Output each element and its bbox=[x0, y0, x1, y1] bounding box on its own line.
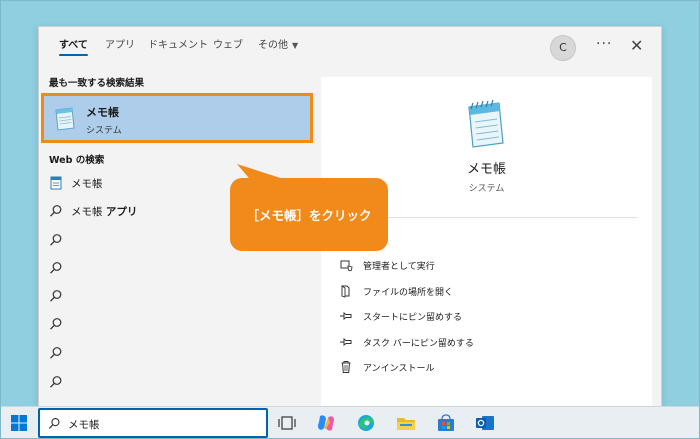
tab-apps[interactable]: アプリ bbox=[105, 40, 135, 60]
search-icon bbox=[50, 318, 62, 330]
taskbar bbox=[1, 406, 699, 438]
edge-icon[interactable] bbox=[356, 413, 376, 433]
trash-icon bbox=[341, 361, 351, 373]
action-label: スタートにピン留めする bbox=[363, 313, 463, 323]
tab-more[interactable]: その他 ▼ bbox=[258, 40, 298, 60]
search-icon bbox=[50, 376, 62, 388]
best-match-notepad[interactable]: メモ帳 システム bbox=[41, 93, 313, 143]
close-icon[interactable]: ✕ bbox=[630, 36, 643, 55]
open-file-location-action[interactable]: ファイルの場所を開く bbox=[339, 283, 619, 301]
search-icon bbox=[50, 205, 62, 217]
chevron-down-icon: ▼ bbox=[292, 41, 299, 50]
uninstall-action[interactable]: アンインストール bbox=[339, 359, 619, 377]
action-label: アンインストール bbox=[363, 364, 435, 374]
search-icon bbox=[50, 262, 62, 274]
outlook-icon[interactable] bbox=[475, 413, 495, 433]
search-icon bbox=[50, 234, 62, 246]
instruction-callout: ［メモ帳］をクリック bbox=[230, 178, 388, 251]
search-input[interactable] bbox=[68, 415, 258, 433]
tab-apps-label: アプリ bbox=[105, 40, 135, 51]
search-icon bbox=[48, 418, 60, 429]
action-label: ファイルの場所を開く bbox=[363, 288, 454, 298]
windows-start-icon[interactable] bbox=[11, 415, 27, 431]
best-match-name: メモ帳 bbox=[86, 106, 119, 119]
web-result-label: メモ帳 bbox=[71, 176, 103, 191]
pin-icon bbox=[340, 312, 352, 320]
tab-web-label: ウェブ bbox=[213, 40, 243, 51]
copilot-icon[interactable] bbox=[316, 413, 336, 433]
web-result-label: メモ帳 アプリ bbox=[71, 204, 137, 219]
pin-icon bbox=[340, 338, 352, 346]
web-result-bold-suffix: アプリ bbox=[105, 206, 138, 218]
taskbar-search-box[interactable] bbox=[38, 408, 268, 438]
web-result-empty[interactable] bbox=[47, 372, 307, 392]
shield-run-icon bbox=[340, 260, 353, 272]
avatar-initial: C bbox=[559, 41, 567, 54]
web-result-empty[interactable] bbox=[47, 258, 307, 278]
tab-more-label: その他 bbox=[258, 40, 288, 51]
tab-web[interactable]: ウェブ bbox=[213, 40, 243, 60]
web-result-text: メモ帳 bbox=[71, 206, 106, 218]
tab-documents[interactable]: ドキュメント bbox=[148, 40, 208, 60]
web-result-empty[interactable] bbox=[47, 343, 307, 363]
web-search-section-title: Web の検索 bbox=[49, 155, 105, 166]
callout-text: ［メモ帳］をクリック bbox=[246, 208, 372, 223]
notepad-icon bbox=[468, 99, 504, 148]
tab-documents-label: ドキュメント bbox=[148, 40, 208, 51]
web-result-empty[interactable] bbox=[47, 286, 307, 306]
store-icon[interactable] bbox=[436, 413, 456, 433]
notepad-icon bbox=[50, 176, 62, 190]
task-view-icon[interactable] bbox=[277, 413, 297, 433]
avatar[interactable]: C bbox=[550, 35, 576, 61]
web-result-empty[interactable] bbox=[47, 314, 307, 334]
run-as-admin-action[interactable]: 管理者として実行 bbox=[339, 257, 619, 275]
filter-tabs: すべて アプリ ドキュメント ウェブ その他 ▼ C ··· ✕ bbox=[39, 27, 661, 69]
search-icon bbox=[50, 347, 62, 359]
pin-to-start-action[interactable]: スタートにピン留めする bbox=[339, 308, 619, 326]
tab-all[interactable]: すべて bbox=[59, 40, 88, 60]
web-result-text: メモ帳 bbox=[71, 178, 103, 190]
file-explorer-icon[interactable] bbox=[396, 413, 416, 433]
action-label: 管理者として実行 bbox=[363, 262, 435, 272]
more-options-icon[interactable]: ··· bbox=[596, 36, 612, 52]
folder-open-icon bbox=[341, 285, 350, 298]
best-match-subtitle: システム bbox=[86, 126, 122, 136]
best-match-section-title: 最も一致する検索結果 bbox=[49, 78, 145, 89]
tab-all-label: すべて bbox=[59, 40, 88, 51]
action-label: タスク バーにピン留めする bbox=[363, 339, 474, 349]
search-icon bbox=[50, 290, 62, 302]
notepad-icon bbox=[55, 107, 75, 131]
pin-to-taskbar-action[interactable]: タスク バーにピン留めする bbox=[339, 334, 619, 352]
detail-app-name: メモ帳 bbox=[466, 162, 506, 177]
